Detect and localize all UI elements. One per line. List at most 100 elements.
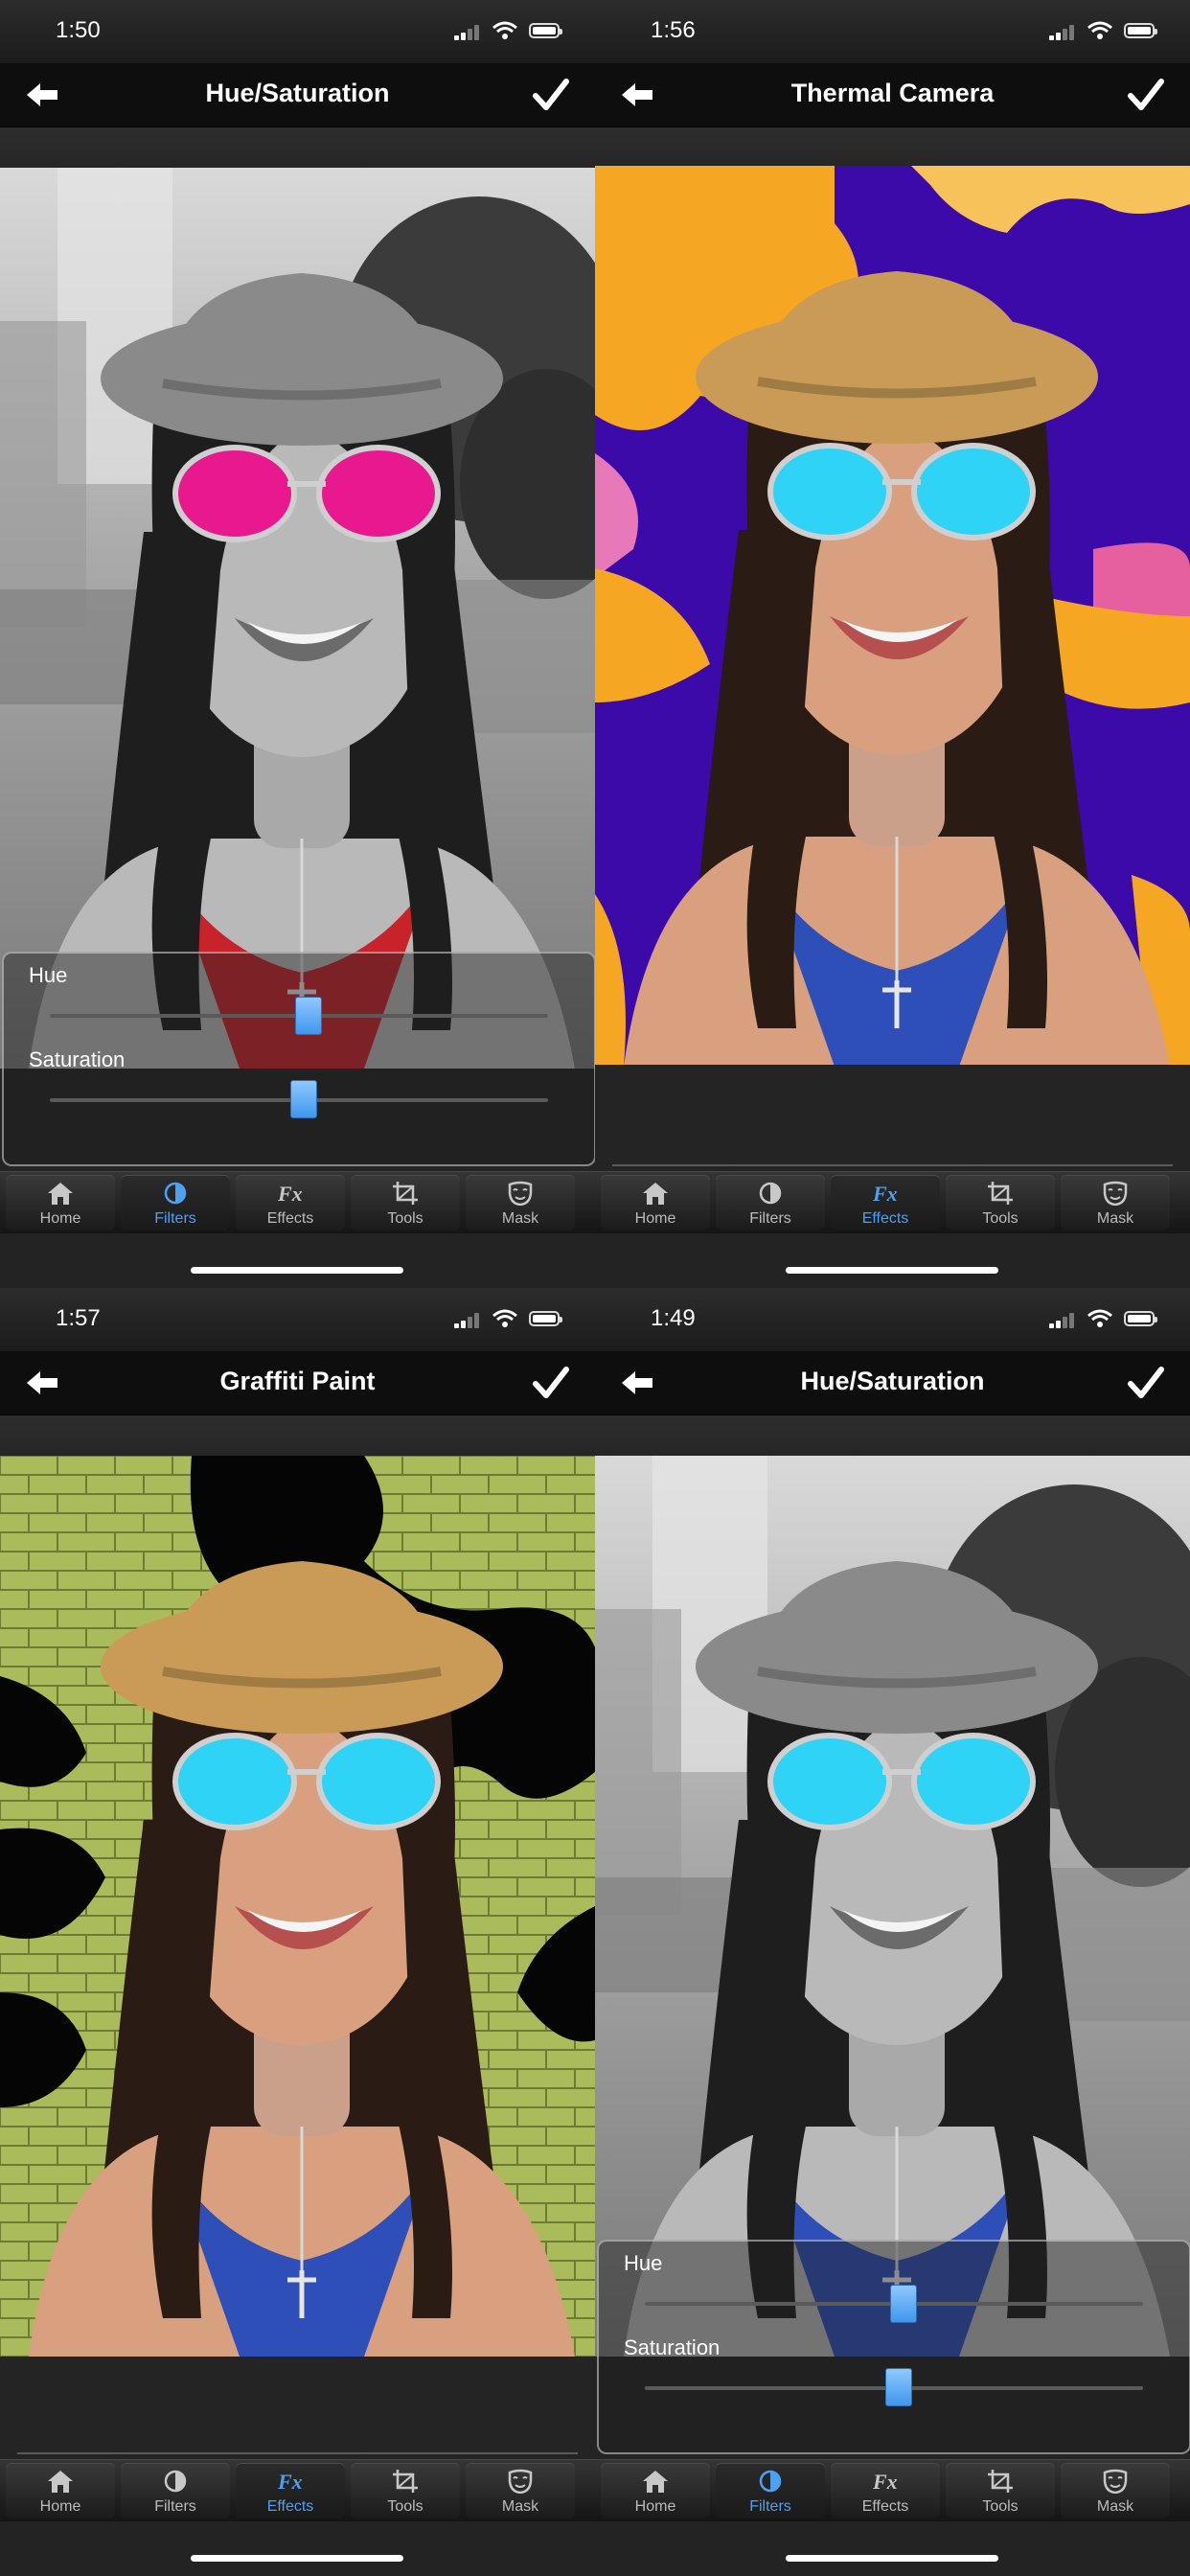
tab-label: Home <box>634 2498 676 2515</box>
tab-filters[interactable]: Filters <box>716 2463 825 2518</box>
page-title: Hue/Saturation <box>205 79 390 107</box>
signal-icon <box>1049 25 1076 40</box>
tab-home[interactable]: Home <box>6 2463 115 2518</box>
divider <box>17 2452 578 2454</box>
home-icon <box>642 2469 669 2494</box>
effects-icon: Fx <box>277 2469 304 2494</box>
status-bar: 1:57 <box>0 1288 595 1351</box>
tab-filters[interactable]: Filters <box>121 2463 230 2518</box>
home-icon <box>47 2469 74 2494</box>
battery-icon <box>529 23 562 38</box>
photo-canvas[interactable] <box>0 1456 595 2357</box>
tab-effects[interactable]: Fx Effects <box>236 2463 345 2518</box>
checkmark-icon[interactable] <box>533 79 569 111</box>
page-title: Graffiti Paint <box>219 1367 376 1395</box>
saturation-label: Saturation <box>624 2335 721 2359</box>
filters-icon <box>162 2469 189 2494</box>
battery-icon <box>1124 1311 1157 1326</box>
tab-label: Home <box>39 2498 81 2515</box>
tab-filters[interactable]: Filters <box>121 1175 230 1230</box>
tools-icon <box>392 1181 419 1206</box>
checkmark-icon[interactable] <box>1128 1367 1164 1399</box>
tab-mask[interactable]: Mask <box>1061 1175 1170 1230</box>
status-time: 1:57 <box>56 1305 101 1331</box>
home-icon <box>642 1181 669 1206</box>
toolbar-strip <box>0 127 595 168</box>
mask-icon <box>507 1181 534 1207</box>
tab-home[interactable]: Home <box>6 1175 115 1230</box>
tab-filters[interactable]: Filters <box>716 1175 825 1230</box>
photo-canvas[interactable] <box>595 1456 1190 2357</box>
svg-text:Fx: Fx <box>277 1182 303 1206</box>
hue-saturation-controls: Hue Saturation <box>2 952 595 1166</box>
photo-canvas[interactable] <box>0 168 595 1069</box>
wifi-icon <box>1087 1309 1112 1328</box>
status-bar: 1:50 <box>0 0 595 63</box>
mask-icon <box>1102 2469 1129 2495</box>
wifi-icon <box>492 1309 517 1328</box>
editor-panel-3: 1:57 Graffiti Paint Home Filters Fx Effe… <box>0 1288 595 2576</box>
mask-icon <box>507 2469 534 2495</box>
tab-effects[interactable]: Fx Effects <box>236 1175 345 1230</box>
svg-text:Fx: Fx <box>277 2470 303 2494</box>
tab-home[interactable]: Home <box>601 1175 710 1230</box>
hue-saturation-controls: Hue Saturation <box>597 2240 1190 2454</box>
status-bar: 1:49 <box>595 1288 1190 1351</box>
status-time: 1:49 <box>651 1305 696 1331</box>
saturation-slider-thumb[interactable] <box>290 1080 317 1118</box>
tab-tools[interactable]: Tools <box>351 2463 460 2518</box>
tab-effects[interactable]: Fx Effects <box>831 2463 940 2518</box>
saturation-label: Saturation <box>29 1047 126 1071</box>
home-icon <box>47 1181 74 1206</box>
hue-label: Hue <box>624 2251 663 2275</box>
mask-icon <box>1102 1181 1129 1207</box>
tab-mask[interactable]: Mask <box>466 2463 575 2518</box>
effects-icon: Fx <box>872 2469 899 2494</box>
filters-icon <box>757 1181 784 1206</box>
signal-icon <box>1049 1313 1076 1328</box>
tab-label: Filters <box>749 2498 791 2515</box>
editor-panel-4: 1:49 Hue/Saturation Hue Saturation Home … <box>595 1288 1190 2576</box>
signal-icon <box>454 1313 481 1328</box>
checkmark-icon[interactable] <box>533 1367 569 1399</box>
tab-effects[interactable]: Fx Effects <box>831 1175 940 1230</box>
divider <box>612 1164 1173 1166</box>
checkmark-icon[interactable] <box>1128 79 1164 111</box>
hue-slider-thumb[interactable] <box>890 2285 917 2323</box>
status-time: 1:56 <box>651 17 696 43</box>
tab-label: Mask <box>501 2498 539 2515</box>
tab-tools[interactable]: Tools <box>351 1175 460 1230</box>
effects-icon: Fx <box>277 1181 304 1206</box>
hue-slider-thumb[interactable] <box>295 997 322 1035</box>
svg-text:Fx: Fx <box>872 2470 898 2494</box>
tab-label: Effects <box>266 2498 314 2515</box>
tab-bar: Home Filters Fx Effects Tools Mask <box>595 2459 1190 2521</box>
editor-panel-1: 1:50 Hue/Saturation Hue Saturation Home … <box>0 0 595 1288</box>
page-title: Thermal Camera <box>790 79 995 107</box>
tab-home[interactable]: Home <box>601 2463 710 2518</box>
tab-label: Home <box>39 1210 81 1227</box>
status-bar: 1:56 <box>595 0 1190 63</box>
tab-label: Filters <box>154 2498 196 2515</box>
tab-label: Effects <box>266 1210 314 1227</box>
signal-icon <box>454 25 481 40</box>
filters-icon <box>757 2469 784 2494</box>
tab-mask[interactable]: Mask <box>1061 2463 1170 2518</box>
tab-mask[interactable]: Mask <box>466 1175 575 1230</box>
navigation-bar: Hue/Saturation <box>595 1351 1190 1415</box>
tab-label: Tools <box>387 2498 423 2515</box>
saturation-slider-thumb[interactable] <box>885 2368 912 2406</box>
tab-tools[interactable]: Tools <box>946 2463 1055 2518</box>
tab-label: Tools <box>387 1210 423 1227</box>
tools-icon <box>987 2469 1014 2494</box>
tab-label: Effects <box>861 1210 909 1227</box>
battery-icon <box>1124 23 1157 38</box>
toolbar-strip <box>595 127 1190 168</box>
tab-label: Mask <box>1096 2498 1134 2515</box>
svg-text:Fx: Fx <box>872 1182 898 1206</box>
tab-tools[interactable]: Tools <box>946 1175 1055 1230</box>
tab-bar: Home Filters Fx Effects Tools Mask <box>0 2459 595 2521</box>
status-time: 1:50 <box>56 17 101 43</box>
photo-canvas[interactable] <box>595 166 1190 1065</box>
tab-bar: Home Filters Fx Effects Tools Mask <box>595 1171 1190 1233</box>
